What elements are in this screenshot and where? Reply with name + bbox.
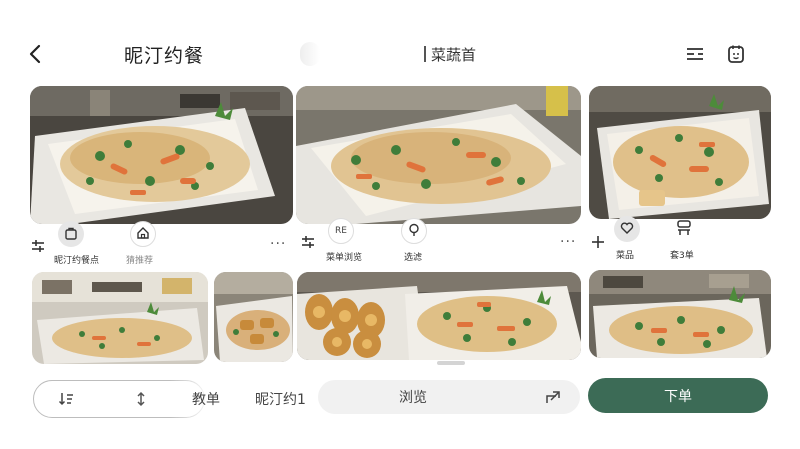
heart-chip[interactable] — [614, 216, 640, 242]
calendar-face-icon[interactable] — [724, 42, 748, 66]
plus-icon[interactable] — [590, 234, 606, 250]
share-icon[interactable] — [544, 388, 564, 406]
cursor-bar — [423, 46, 426, 62]
up-down-arrows-icon[interactable] — [132, 390, 150, 408]
bottom-label-1[interactable]: 教单 — [192, 389, 220, 409]
filter-icon[interactable] — [30, 238, 46, 254]
food-photo-3[interactable] — [589, 86, 771, 219]
chevron-left-icon — [28, 44, 42, 68]
heart-icon — [620, 220, 634, 239]
re-chip[interactable]: RE — [328, 218, 354, 244]
shopping-bag-icon — [64, 225, 78, 244]
page-title: 昵汀约餐 — [124, 45, 205, 67]
chip-label-filter: 选滤 — [404, 253, 423, 263]
browse-button[interactable]: 浏览 — [318, 380, 508, 414]
chip-label-recommend: 猜推荐 — [126, 256, 154, 266]
order-button[interactable]: 下单 — [588, 378, 768, 413]
chip-label-order-point: 昵汀约餐点 — [54, 256, 100, 266]
sort-icon[interactable] — [57, 390, 75, 408]
more-icon[interactable]: ··· — [270, 236, 286, 252]
filter-icon-2[interactable] — [300, 234, 316, 250]
more-icon-2[interactable]: ··· — [560, 234, 576, 250]
set-meal-icon[interactable] — [674, 218, 694, 238]
food-photo-1[interactable] — [30, 86, 293, 224]
re-chip-text: RE — [335, 226, 347, 236]
food-photo-5[interactable] — [214, 272, 293, 362]
food-photo-2[interactable] — [296, 86, 581, 224]
back-button[interactable] — [22, 40, 48, 72]
food-photo-6[interactable] — [297, 272, 581, 360]
food-photo-4[interactable] — [32, 272, 208, 364]
food-photo-7[interactable] — [589, 270, 771, 358]
menu-lines-icon[interactable] — [683, 42, 707, 66]
tag-icon — [407, 222, 421, 241]
header-center: 菜蔬首 — [300, 40, 600, 68]
chip-label-dish: 菜品 — [616, 251, 635, 261]
tag-chip[interactable] — [401, 218, 427, 244]
scroll-indicator — [437, 361, 465, 365]
center-title: 菜蔬首 — [430, 45, 476, 64]
chip-label-set-meal: 套3单 — [670, 251, 694, 261]
home-icon — [136, 225, 150, 244]
home-chip[interactable] — [130, 221, 156, 247]
chip-label-menu-browse: 菜单浏览 — [326, 253, 363, 263]
bottom-label-2[interactable]: 昵汀约1 — [255, 389, 306, 409]
bag-chip[interactable] — [58, 221, 84, 247]
